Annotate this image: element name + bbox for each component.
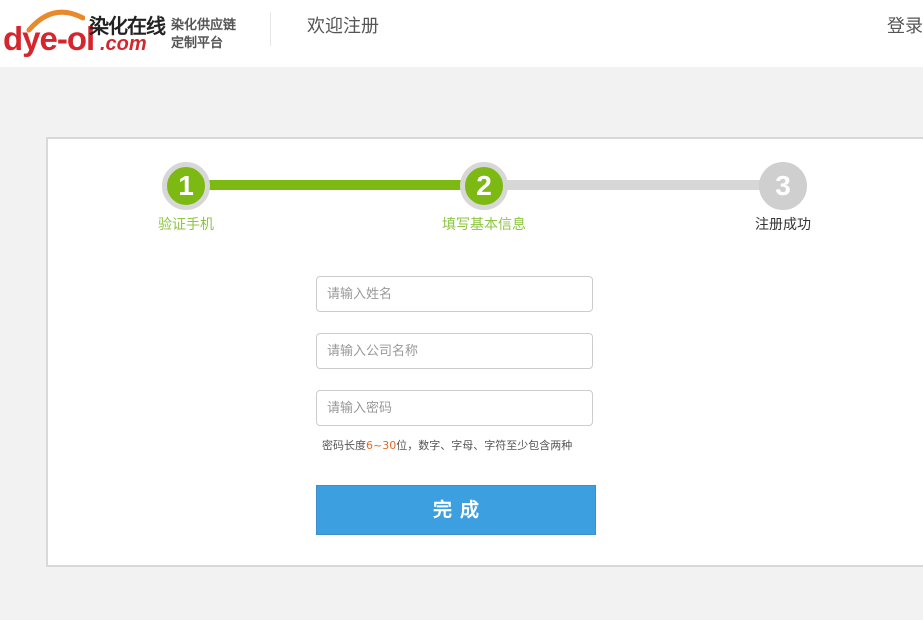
company-input[interactable] [316, 333, 593, 369]
step-1-circle: 1 [162, 162, 210, 210]
step-3-circle: 3 [759, 162, 807, 210]
name-input[interactable] [316, 276, 593, 312]
step-2-circle: 2 [460, 162, 508, 210]
page-title: 欢迎注册 [307, 16, 379, 37]
site-logo[interactable]: dye-ol 染化在线 .com 染化供应链 定制平台 [3, 4, 248, 60]
logo-slogan-line2: 定制平台 [171, 36, 224, 51]
step-2-label: 填写基本信息 [442, 217, 526, 233]
logo-brand-domain: .com [100, 33, 147, 55]
password-hint-prefix: 密码长度 [322, 439, 366, 452]
password-hint-range: 6~30 [366, 439, 397, 452]
password-hint: 密码长度6~30位，数字、字母、字符至少包含两种 [322, 438, 572, 454]
logo-slogan: 染化供应链 定制平台 [171, 17, 251, 53]
logo-brand-latin: dye-ol [3, 20, 95, 57]
step-3-label: 注册成功 [755, 217, 811, 233]
progress-track-remaining [484, 180, 784, 190]
login-link[interactable]: 登录 [887, 16, 923, 38]
step-1-label: 验证手机 [158, 217, 214, 233]
logo-slogan-line1: 染化供应链 [171, 18, 237, 33]
password-hint-suffix: 位，数字、字母、字符至少包含两种 [396, 439, 573, 452]
progress-track-complete [186, 180, 484, 190]
header-divider [270, 12, 271, 46]
site-header: dye-ol 染化在线 .com 染化供应链 定制平台 欢迎注册 登录 [0, 0, 923, 67]
submit-button[interactable]: 完成 [316, 485, 596, 535]
password-input[interactable] [316, 390, 593, 426]
